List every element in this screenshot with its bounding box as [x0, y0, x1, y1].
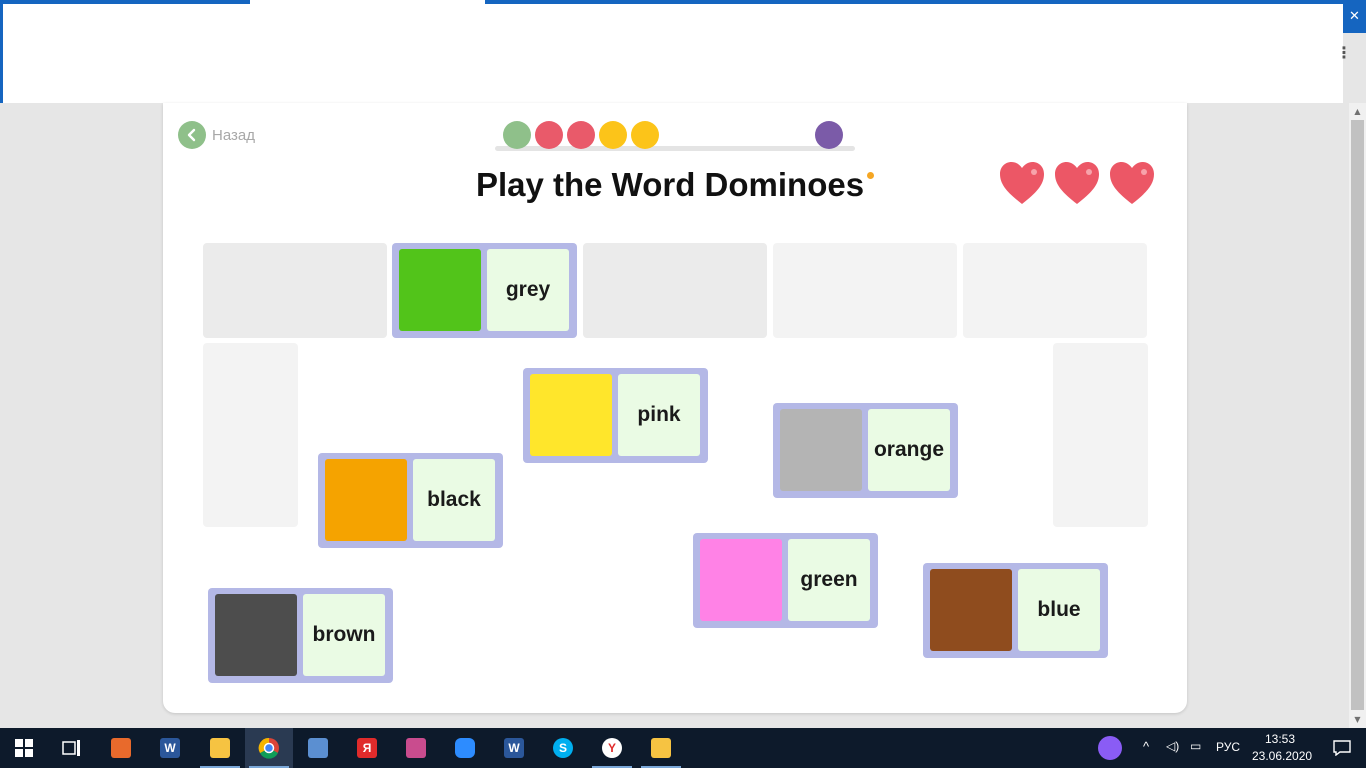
domino-word: brown [303, 594, 385, 676]
color-swatch [780, 409, 862, 491]
domino-slot[interactable] [203, 343, 298, 527]
progress-end-dot [815, 121, 843, 149]
presentation-app-icon[interactable] [97, 728, 145, 768]
domino-word: grey [487, 249, 569, 331]
scroll-down-icon[interactable]: ▼ [1349, 711, 1366, 728]
domino-slot[interactable] [963, 243, 1147, 338]
progress-dot [631, 121, 659, 149]
domino-green[interactable]: green [693, 533, 878, 628]
taskbar: W Я W S Y ^ ◁) ▭ РУС 13:53 23.06.2020 [0, 728, 1366, 768]
back-label: Назад [212, 126, 255, 144]
skype-icon[interactable]: S [539, 728, 587, 768]
alice-icon[interactable] [1086, 728, 1134, 768]
document-app-icon[interactable] [294, 728, 342, 768]
zoom-icon[interactable] [441, 728, 489, 768]
volume-icon[interactable]: ◁) [1166, 739, 1179, 753]
domino-blue[interactable]: blue [923, 563, 1108, 658]
domino-word: black [413, 459, 495, 541]
color-swatch [215, 594, 297, 676]
show-hidden-icons[interactable]: ^ [1143, 739, 1149, 754]
network-icon[interactable]: ▭ [1190, 739, 1201, 753]
word-app-icon[interactable]: W [146, 728, 194, 768]
domino-slot[interactable] [583, 243, 767, 338]
yandex-browser-icon[interactable]: Y [588, 728, 636, 768]
domino-orange[interactable]: orange [773, 403, 958, 498]
language-indicator[interactable]: РУС [1216, 740, 1240, 754]
domino-word: pink [618, 374, 700, 456]
color-swatch [700, 539, 782, 621]
browser-toolbar [0, 4, 1343, 103]
back-button[interactable]: Назад [178, 120, 255, 150]
progress-dot [503, 121, 531, 149]
domino-slot[interactable] [203, 243, 387, 338]
domino-grey[interactable]: grey [392, 243, 577, 338]
clock-date[interactable]: 23.06.2020 [1252, 749, 1312, 763]
browser-menu-icon[interactable]: ⋮ [1336, 40, 1352, 64]
domino-word: blue [1018, 569, 1100, 651]
color-swatch [325, 459, 407, 541]
close-icon[interactable]: ✕ [1343, 0, 1366, 33]
domino-word: green [788, 539, 870, 621]
scroll-thumb[interactable] [1351, 120, 1364, 710]
word-app-icon-2[interactable]: W [490, 728, 538, 768]
domino-word: orange [868, 409, 950, 491]
sign-app-icon[interactable] [392, 728, 440, 768]
clock-time[interactable]: 13:53 [1265, 732, 1295, 746]
domino-brown[interactable]: brown [208, 588, 393, 683]
domino-slot[interactable] [773, 243, 957, 338]
color-swatch [930, 569, 1012, 651]
notification-icon[interactable] [1318, 728, 1366, 768]
page-scrollbar[interactable]: ▲ ▼ [1349, 103, 1366, 728]
progress-dot [599, 121, 627, 149]
domino-pink[interactable]: pink [523, 368, 708, 463]
page-title: Play the Word Dominoes [475, 166, 865, 203]
heart-icon [1108, 160, 1156, 206]
progress-dot [567, 121, 595, 149]
color-swatch [530, 374, 612, 456]
progress-dot [535, 121, 563, 149]
domino-slot[interactable] [1053, 343, 1148, 527]
chevron-left-icon [178, 121, 206, 149]
yandex-icon[interactable]: Я [343, 728, 391, 768]
task-view-icon[interactable] [48, 728, 96, 768]
domino-black[interactable]: black [318, 453, 503, 548]
heart-icon [1053, 160, 1101, 206]
chrome-icon[interactable] [245, 728, 293, 768]
mail-icon[interactable] [637, 728, 685, 768]
heart-icon [998, 160, 1046, 206]
file-explorer-icon[interactable] [196, 728, 244, 768]
color-swatch [399, 249, 481, 331]
title-dot [867, 172, 874, 179]
start-icon[interactable] [0, 728, 48, 768]
scroll-up-icon[interactable]: ▲ [1349, 103, 1366, 120]
